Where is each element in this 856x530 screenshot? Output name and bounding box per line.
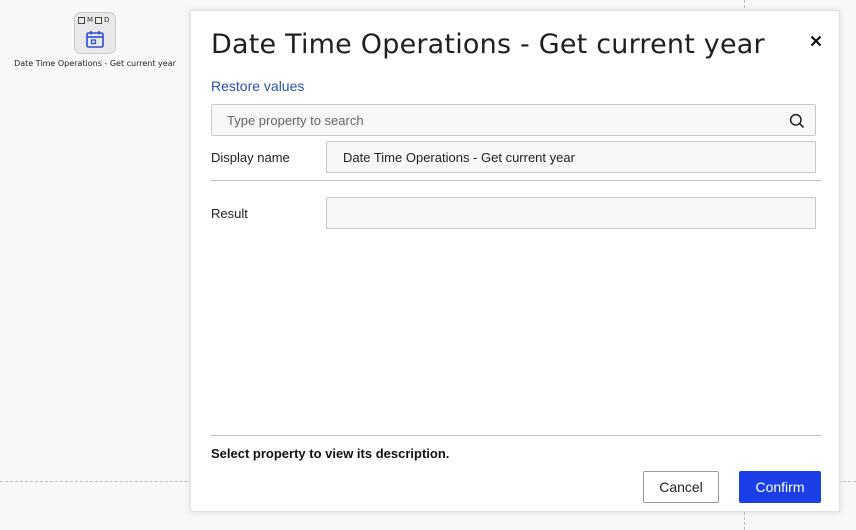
property-description: Select property to view its description. — [211, 446, 450, 461]
node-label: Date Time Operations - Get current year — [14, 59, 176, 68]
property-search[interactable] — [211, 104, 816, 136]
search-input[interactable] — [212, 105, 815, 135]
flag-d-label: D — [104, 16, 110, 24]
section-divider — [211, 180, 821, 181]
restore-values-link[interactable]: Restore values — [211, 78, 304, 94]
workflow-node[interactable]: M D Date Time Operations - Get current y… — [0, 12, 190, 68]
search-icon[interactable] — [789, 113, 805, 129]
flag-checkbox — [95, 17, 103, 24]
properties-dialog: Date Time Operations - Get current year … — [190, 10, 840, 512]
calendar-icon — [86, 31, 104, 48]
close-button[interactable] — [807, 32, 825, 50]
result-input[interactable] — [327, 198, 815, 228]
display-name-input[interactable] — [327, 142, 815, 172]
cancel-button[interactable]: Cancel — [643, 471, 719, 503]
result-field[interactable] — [326, 197, 816, 229]
dialog-title: Date Time Operations - Get current year — [211, 29, 765, 60]
close-icon — [810, 35, 822, 47]
display-name-field[interactable] — [326, 141, 816, 173]
confirm-button[interactable]: Confirm — [739, 471, 821, 503]
display-name-label: Display name — [211, 150, 290, 165]
flag-m-label: M — [87, 16, 94, 24]
flag-checkbox — [78, 17, 85, 24]
node-flags: M D — [78, 16, 112, 25]
node-icon-box[interactable]: M D — [74, 12, 116, 54]
description-divider — [211, 435, 821, 436]
result-label: Result — [211, 206, 248, 221]
